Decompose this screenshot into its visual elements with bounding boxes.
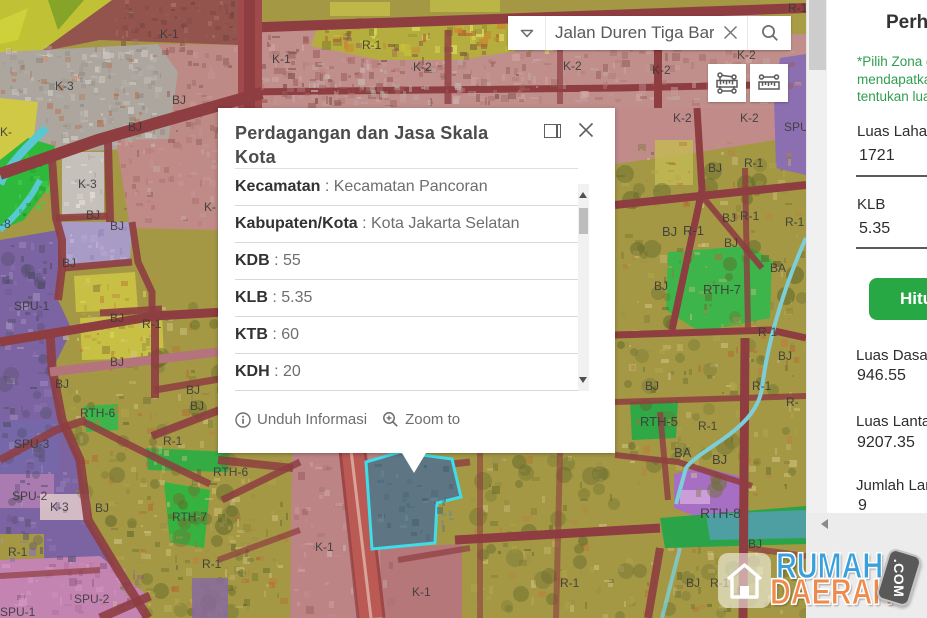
svg-text:K-3: K-3: [55, 79, 74, 93]
svg-text:BJ: BJ: [654, 279, 668, 293]
svg-text:K-3: K-3: [78, 177, 97, 191]
svg-text:BJ: BJ: [128, 120, 142, 134]
svg-text:RTH-5: RTH-5: [640, 414, 678, 429]
svg-text:-8: -8: [0, 217, 11, 231]
svg-text:K-3: K-3: [50, 500, 69, 514]
svg-text:RTH-7: RTH-7: [703, 282, 741, 297]
svg-text:K-1: K-1: [160, 27, 179, 41]
svg-text:RTH-6: RTH-6: [213, 465, 248, 479]
svg-text:BJ: BJ: [190, 399, 204, 413]
svg-text:SPU-1: SPU-1: [0, 605, 36, 618]
svg-text:BJ: BJ: [712, 452, 727, 467]
svg-text:R-1: R-1: [752, 379, 772, 393]
svg-text:R-: R-: [786, 395, 799, 409]
svg-text:K-2: K-2: [413, 60, 432, 74]
svg-text:BJ: BJ: [722, 211, 736, 225]
svg-text:R-1: R-1: [740, 209, 760, 223]
svg-text:RTH-7: RTH-7: [172, 510, 207, 524]
svg-text:K-1: K-1: [315, 540, 334, 554]
svg-text:R-1: R-1: [788, 1, 806, 15]
svg-text:R-1: R-1: [362, 38, 382, 52]
svg-text:K-: K-: [204, 200, 216, 214]
svg-text:BJ: BJ: [95, 501, 109, 515]
svg-text:BA: BA: [770, 261, 786, 275]
svg-text:K-1: K-1: [272, 52, 291, 66]
svg-text:BJ: BJ: [55, 377, 69, 391]
svg-text:R-1: R-1: [744, 156, 764, 170]
svg-text:BJ: BJ: [724, 236, 738, 250]
svg-text:BJ: BJ: [686, 576, 700, 590]
svg-text:RTH-8: RTH-8: [700, 505, 741, 521]
svg-text:R-1: R-1: [758, 325, 778, 339]
svg-text:BJ: BJ: [778, 349, 792, 363]
svg-text:R-1: R-1: [698, 419, 718, 433]
svg-text:BJ: BJ: [708, 161, 722, 175]
svg-text:BJ: BJ: [662, 224, 677, 239]
svg-text:K-2: K-2: [740, 111, 759, 125]
svg-text:R-1: R-1: [785, 215, 805, 229]
svg-text:SPU-1: SPU-1: [14, 299, 50, 313]
svg-text:K-1: K-1: [412, 585, 431, 599]
svg-text:BJ: BJ: [110, 311, 124, 325]
svg-text:SPU-2: SPU-2: [74, 592, 110, 606]
svg-text:BJ: BJ: [62, 256, 76, 270]
svg-text:R-1: R-1: [8, 545, 28, 559]
svg-text:K-2: K-2: [652, 63, 671, 77]
svg-text:BJ: BJ: [172, 93, 186, 107]
svg-text:K-2: K-2: [563, 59, 582, 73]
svg-text:RTH-6: RTH-6: [80, 406, 115, 420]
svg-text:BJ: BJ: [110, 219, 124, 233]
svg-text:SPU-3: SPU-3: [14, 437, 50, 451]
svg-text:BJ: BJ: [645, 379, 659, 393]
svg-text:SPU-2: SPU-2: [12, 489, 48, 503]
svg-text:R-1: R-1: [142, 317, 162, 331]
svg-text:BJ: BJ: [110, 355, 124, 369]
svg-text:K-2: K-2: [673, 111, 692, 125]
svg-text:K-2: K-2: [737, 48, 756, 62]
svg-text:BJ: BJ: [86, 208, 100, 222]
svg-text:R-1: R-1: [163, 434, 183, 448]
svg-text:R-1: R-1: [560, 576, 580, 590]
svg-text:K-: K-: [0, 125, 12, 139]
svg-text:SPU: SPU: [784, 120, 806, 134]
svg-text:R-1: R-1: [683, 223, 704, 238]
svg-text:BA: BA: [674, 445, 692, 460]
svg-text:R-1: R-1: [202, 557, 222, 571]
svg-text:BJ: BJ: [186, 383, 200, 397]
